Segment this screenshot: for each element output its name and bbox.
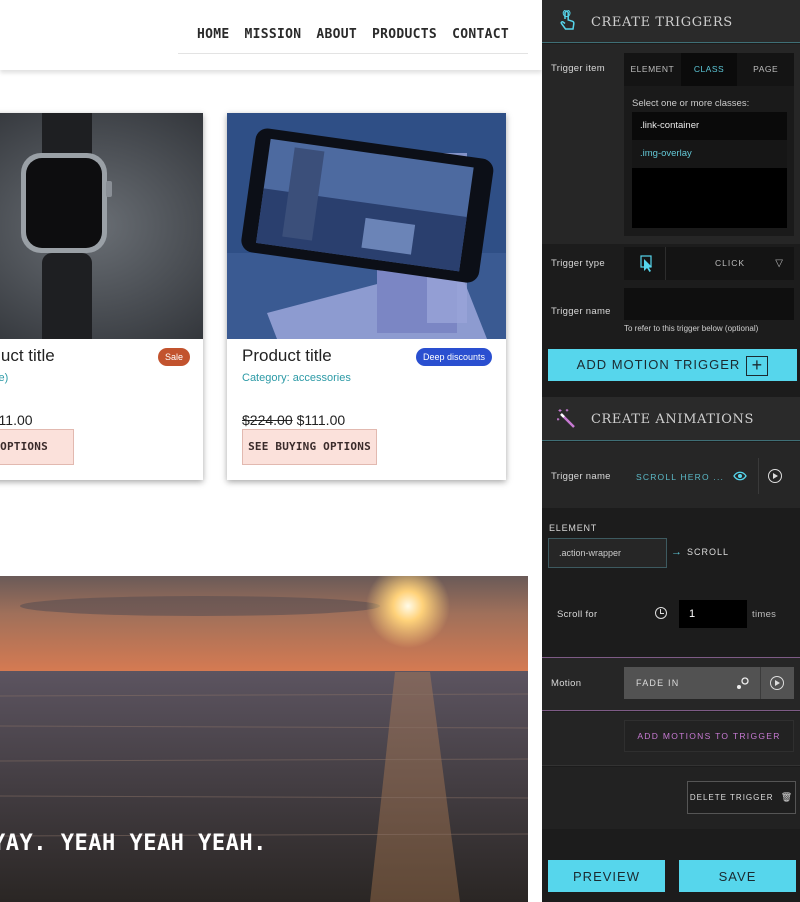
class-option[interactable]: .img-overlay (632, 140, 787, 168)
product-category[interactable]: Category: p(o)y(e) (0, 372, 8, 384)
eye-icon[interactable] (733, 470, 747, 482)
add-motions-to-trigger-button[interactable]: ADD MOTIONS TO TRIGGER (624, 720, 794, 752)
sale-badge: Sale (158, 348, 191, 366)
element-input[interactable]: .action-wrapper (548, 538, 667, 568)
chevron-down-icon: ▽ (775, 258, 784, 269)
see-buying-options-button[interactable]: SEE BUYING OPTIONS (242, 429, 377, 465)
nav-home-link[interactable]: HOME (197, 20, 230, 53)
trigger-type-value: CLICK (714, 258, 746, 268)
add-motion-trigger-button[interactable]: ADD MOTION TRIGGER + (548, 349, 797, 381)
motion-select[interactable]: FADE IN (624, 667, 760, 699)
scroll-times-input[interactable]: 1 (679, 600, 747, 628)
tab-class[interactable]: CLASS (680, 53, 738, 86)
app-root: HOME MISSION ABOUT PRODUCTS CONTACT uct … (0, 0, 800, 902)
tap-hand-icon (560, 10, 575, 30)
arrow-right-circle-icon[interactable] (768, 469, 782, 483)
element-action: → SCROLL (671, 546, 729, 558)
product-card[interactable]: Product title Deep discounts Category: a… (227, 113, 506, 480)
trigger-type-label: Trigger type (551, 258, 605, 269)
trigger-name-label: Trigger name (551, 306, 611, 317)
element-label: ELEMENT (549, 523, 598, 533)
motion-editor-panel: CREATE TRIGGERS Trigger item ELEMENT CLA… (542, 0, 800, 902)
section-title: CREATE TRIGGERS (591, 15, 733, 30)
product-image-phone-mount (227, 113, 506, 339)
trigger-type-icon-box[interactable] (624, 247, 666, 280)
preview-button[interactable]: PREVIEW (548, 860, 665, 892)
anim-trigger-name-value[interactable]: SCROLL HERO ... (636, 472, 724, 482)
element-action-value: SCROLL (687, 547, 730, 557)
product-price: $224.00 $111.00 (242, 412, 345, 428)
times-label: times (752, 609, 777, 620)
see-buying-options-button[interactable]: SEE BUYING OPTIONS (0, 429, 74, 465)
trash-icon: 🗑 (780, 792, 794, 802)
trigger-name-help: To refer to this trigger below (optional… (624, 324, 759, 333)
arrow-right-icon: → (671, 546, 683, 558)
trigger-name-input[interactable] (624, 288, 794, 320)
current-price: $111.00 (296, 412, 346, 428)
old-price: $224.00 (242, 412, 293, 428)
settings-dots-icon[interactable] (736, 676, 750, 690)
save-button[interactable]: SAVE (679, 860, 796, 892)
website-preview: HOME MISSION ABOUT PRODUCTS CONTACT uct … (0, 0, 542, 902)
section-title: CREATE ANIMATIONS (591, 412, 755, 427)
class-option[interactable]: .link-container (632, 112, 787, 140)
divider (758, 458, 759, 494)
trigger-type-select[interactable]: CLICK ▽ (666, 247, 794, 280)
top-navigation: HOME MISSION ABOUT PRODUCTS CONTACT (0, 0, 542, 70)
create-animations-header: CREATE ANIMATIONS (542, 397, 800, 441)
class-selector: Select one or more classes: .link-contai… (624, 86, 794, 236)
product-price: $111.00 (0, 412, 33, 428)
product-card[interactable]: Product title Sale Category: p(o)y(e) $1… (0, 113, 203, 480)
delete-trigger-label: DELETE TRIGGER (689, 793, 774, 802)
hero-caption: YAY. YEAH YEAH YEAH. (0, 831, 267, 856)
arrow-right-circle-icon (770, 676, 784, 690)
deep-discounts-badge: Deep discounts (416, 348, 493, 366)
product-category[interactable]: Category: accessories (242, 372, 351, 384)
anim-trigger-name-label: Trigger name (551, 471, 611, 482)
nav-links: HOME MISSION ABOUT PRODUCTS CONTACT (178, 20, 528, 54)
nav-mission-link[interactable]: MISSION (245, 20, 302, 53)
tab-element[interactable]: ELEMENT (624, 53, 681, 86)
hero-banner: YAY. YEAH YEAH YEAH. (0, 576, 528, 902)
plus-icon: + (746, 355, 769, 376)
product-title: Product title (0, 346, 55, 365)
current-price: $111.00 (0, 412, 33, 428)
trigger-item-label: Trigger item (551, 63, 605, 74)
motion-label: Motion (551, 678, 582, 689)
clock-icon (655, 607, 667, 619)
motion-go-button[interactable] (760, 667, 794, 699)
nav-about-link[interactable]: ABOUT (316, 20, 357, 53)
product-image-smartwatch (0, 113, 203, 339)
nav-contact-link[interactable]: CONTACT (452, 20, 509, 53)
scroll-for-label: Scroll for (557, 609, 598, 620)
create-triggers-header: CREATE TRIGGERS (542, 0, 800, 43)
add-motion-trigger-label: ADD MOTION TRIGGER (576, 357, 741, 372)
delete-trigger-button[interactable]: DELETE TRIGGER 🗑 (687, 781, 796, 814)
class-list[interactable]: .link-container .img-overlay (632, 112, 787, 228)
tab-page[interactable]: PAGE (737, 53, 794, 86)
cursor-click-icon (640, 255, 652, 272)
magic-wand-icon (557, 409, 575, 428)
motion-value: FADE IN (636, 678, 680, 688)
trigger-item-tabs: ELEMENT CLASS PAGE (624, 53, 794, 86)
nav-products-link[interactable]: PRODUCTS (372, 20, 437, 53)
class-select-hint: Select one or more classes: (632, 98, 750, 109)
product-title: Product title (242, 346, 332, 365)
